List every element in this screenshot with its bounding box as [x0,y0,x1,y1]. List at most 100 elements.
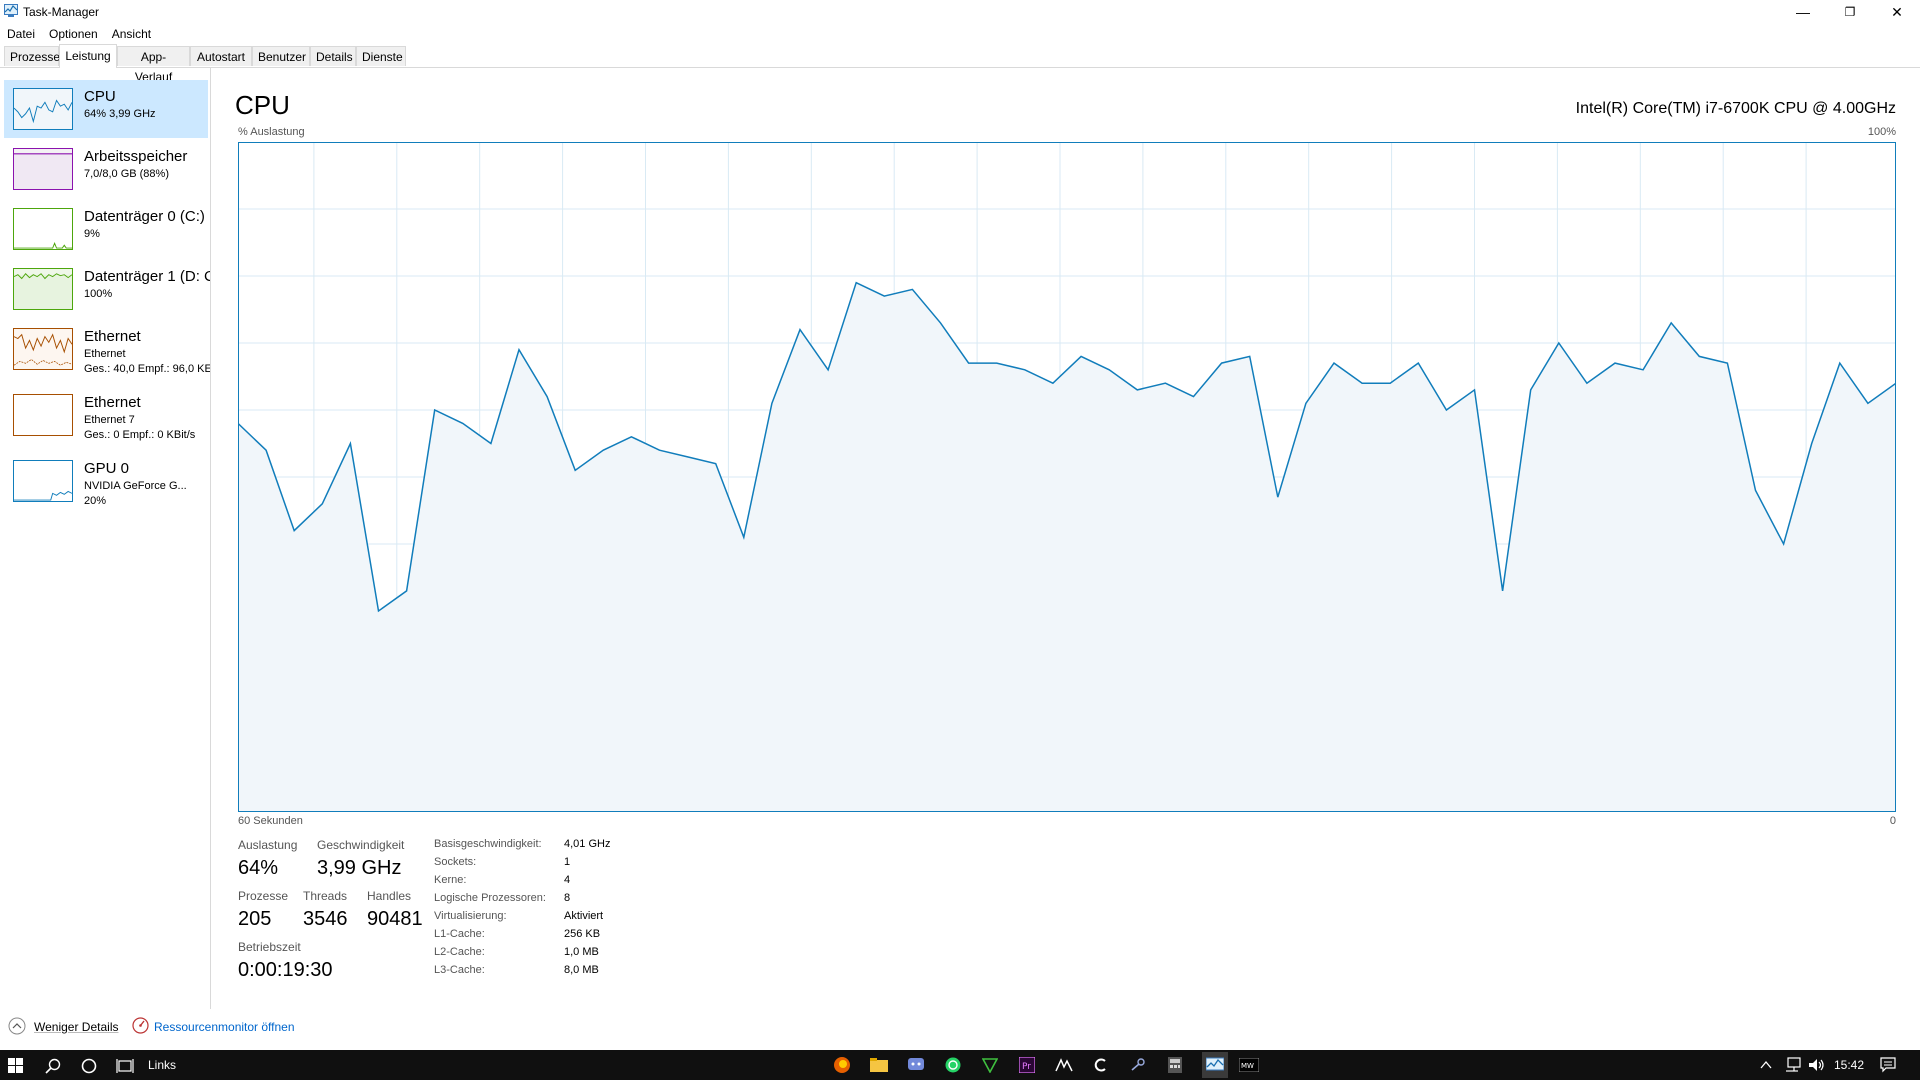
msi-afterburner-icon[interactable]: MW [1239,1055,1259,1075]
task-view-icon[interactable] [116,1058,134,1074]
tab-prozesse[interactable]: Prozesse [4,46,60,66]
sidebar-item-ethernet-7[interactable]: Ethernet Ethernet 7 Ges.: 0 Empf.: 0 KBi… [4,386,208,446]
sidebar-item-detail: 9% [84,228,100,240]
taskbar-clock[interactable]: 15:42 [1834,1058,1864,1072]
graph-max-label: 100% [1867,126,1896,138]
tab-bar: Prozesse Leistung App-Verlauf Autostart … [0,44,1920,84]
sidebar-item-gpu-0[interactable]: GPU 0 NVIDIA GeForce G... 20% [4,452,208,512]
sidebar-item-detail: Ethernet [84,348,126,360]
detail-key: Virtualisierung: [434,910,507,922]
sidebar-item-datentraeger-1[interactable]: Datenträger 1 (D: C 100% [4,260,210,318]
ethernet-thumbnail-graph [13,328,73,370]
sidebar-item-label: Datenträger 0 (C:) [84,208,205,225]
detail-key: Basisgeschwindigkeit: [434,838,542,850]
sidebar-item-ethernet[interactable]: Ethernet Ethernet Ges.: 40,0 Empf.: 96,0… [4,320,211,380]
auslastung-label: Auslastung [238,838,298,852]
volume-icon[interactable] [1808,1057,1826,1073]
detail-key: L2-Cache: [434,946,485,958]
tab-leistung[interactable]: Leistung [59,44,117,68]
sidebar-item-label: CPU [84,88,116,105]
premiere-icon[interactable]: Pr [1017,1055,1037,1075]
prozesse-label: Prozesse [238,889,289,903]
network-icon[interactable] [1784,1057,1802,1073]
geschwindigkeit-value: 3,99 GHz [317,857,402,879]
minimize-button[interactable]: — [1780,0,1826,24]
disk1-thumbnail-graph [13,268,73,310]
sidebar-item-cpu[interactable]: CPU 64% 3,99 GHz [4,80,208,138]
tab-details[interactable]: Details [310,46,356,66]
task-manager-app-icon [4,4,18,17]
detail-value: 256 KB [564,928,601,940]
ccleaner-icon[interactable] [1091,1055,1111,1075]
chevron-up-circle-icon[interactable] [8,1017,26,1035]
restore-icon: ❐ [1844,5,1856,19]
tab-dienste[interactable]: Dienste [356,46,406,66]
minimize-icon: — [1796,4,1810,20]
auslastung-value: 64% [238,857,279,879]
threads-value: 3546 [303,908,348,930]
detail-value: 1 [564,856,571,868]
sidebar-item-detail: NVIDIA GeForce G... [84,480,187,492]
detail-value: 4,01 GHz [564,838,611,850]
svg-text:Pr: Pr [1022,1062,1031,1072]
vegas-icon[interactable] [980,1055,1000,1075]
footer-bar: Weniger Details Ressourcenmonitor öffnen [0,1012,1920,1048]
sidebar-item-datentraeger-0[interactable]: Datenträger 0 (C:) 9% [4,200,208,258]
disk0-thumbnail-graph [13,208,73,250]
cpu-thumbnail-graph [13,88,73,130]
detail-key: Kerne: [434,874,467,886]
sidebar-item-detail: Ethernet 7 [84,414,135,426]
file-explorer-icon[interactable] [869,1055,889,1075]
tab-app-verlauf[interactable]: App-Verlauf [117,46,190,84]
memory-thumbnail-graph [13,148,73,190]
sidebar-item-detail: 7,0/8,0 GB (88%) [84,168,169,180]
sidebar-item-arbeitsspeicher[interactable]: Arbeitsspeicher 7,0/8,0 GB (88%) [4,140,208,198]
firefox-icon[interactable] [832,1055,852,1075]
menu-ansicht[interactable]: Ansicht [105,24,158,44]
threads-label: Threads [303,889,348,903]
whatsapp-icon[interactable] [943,1055,963,1075]
sidebar-item-label: GPU 0 [84,460,130,477]
ethernet7-thumbnail-graph [13,394,73,436]
resource-sidebar: CPU 64% 3,99 GHz Arbeitsspeicher 7,0/8,0… [0,68,211,1009]
cortana-icon[interactable] [81,1058,97,1074]
menu-datei[interactable]: Datei [0,24,42,44]
sidebar-item-label: Ethernet [84,394,141,411]
handles-value: 90481 [367,908,423,930]
taskbar-links-label[interactable]: Links [148,1058,176,1072]
geschwindigkeit-label: Geschwindigkeit [317,838,405,852]
betriebszeit-value: 0:00:19:30 [238,959,333,981]
close-button[interactable]: ✕ [1874,0,1920,24]
graph-x-label: 60 Sekunden [238,815,303,827]
detail-value: Aktiviert [564,910,604,922]
sidebar-item-label: Arbeitsspeicher [84,148,188,165]
tab-benutzer[interactable]: Benutzer [252,46,310,66]
discord-icon[interactable] [906,1055,926,1075]
resource-monitor-icon [132,1017,149,1034]
title-bar: Task-Manager — ❐ ✕ [0,0,1920,24]
detail-value: 1,0 MB [564,946,599,958]
resource-monitor-link[interactable]: Ressourcenmonitor öffnen [154,1020,295,1034]
tab-autostart[interactable]: Autostart [190,46,252,66]
task-manager-icon[interactable] [1202,1052,1228,1078]
steam-icon[interactable] [1128,1055,1148,1075]
cpu-model-name: Intel(R) Core(TM) i7-6700K CPU @ 4.00GHz [1575,100,1896,117]
sidebar-item-detail-2: Ges.: 40,0 Empf.: 96,0 KE [84,363,211,375]
cpu-usage-graph [238,142,1896,812]
calculator-icon[interactable] [1165,1055,1185,1075]
windows-start-icon[interactable] [8,1058,23,1073]
sidebar-item-detail-2: 20% [84,495,107,507]
page-title: CPU [235,90,290,120]
detail-key: L1-Cache: [434,928,485,940]
restore-button[interactable]: ❐ [1827,0,1873,24]
chevron-up-icon[interactable] [1760,1060,1772,1070]
menu-optionen[interactable]: Optionen [42,24,105,44]
detail-key: Logische Prozessoren: [434,892,546,904]
betriebszeit-label: Betriebszeit [238,940,301,954]
less-details-link[interactable]: Weniger Details [34,1020,118,1034]
graph-min-label: 0 [1889,815,1896,827]
notification-center-icon[interactable] [1880,1057,1896,1073]
search-icon[interactable] [45,1058,61,1074]
detail-value: 8,0 MB [564,964,599,976]
corsair-icon[interactable] [1054,1055,1074,1075]
